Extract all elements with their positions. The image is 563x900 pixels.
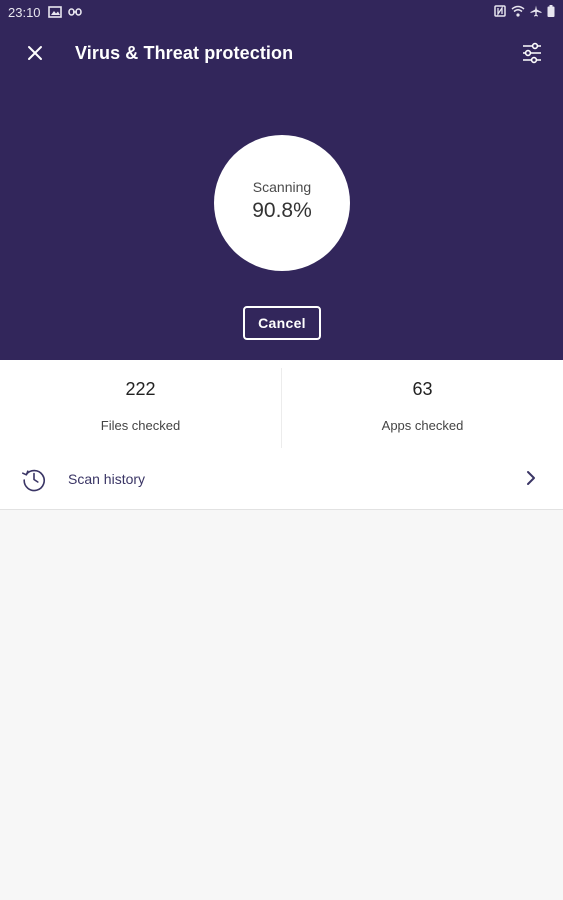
- scan-stats: 222 Files checked 63 Apps checked: [0, 360, 563, 448]
- chevron-right-icon: [527, 471, 535, 485]
- scan-progress-circle: Scanning 90.8%: [214, 135, 350, 271]
- files-checked-count: 222: [125, 379, 156, 399]
- scan-progress-percent: 90.8%: [252, 199, 312, 222]
- nfc-icon: [494, 5, 506, 17]
- scan-history-row[interactable]: Scan history: [0, 448, 563, 510]
- apps-checked-label: Apps checked: [381, 418, 464, 433]
- page-title: Virus & Threat protection: [75, 43, 294, 63]
- scan-settings-button[interactable]: [517, 38, 547, 68]
- files-checked-stat: 222 Files checked: [0, 360, 281, 448]
- close-icon: [28, 46, 42, 60]
- link-notification-icon: [68, 8, 82, 16]
- scan-history-label: Scan history: [68, 471, 146, 487]
- image-notification-icon: [48, 6, 62, 18]
- wifi-icon: [511, 5, 525, 17]
- app-header: 23:10 Virus & Threat protection Scanning…: [0, 0, 563, 360]
- airplane-mode-icon: [530, 5, 542, 17]
- cancel-scan-button[interactable]: Cancel: [243, 306, 321, 340]
- status-notification-icons: [48, 6, 82, 18]
- apps-checked-stat: 63 Apps checked: [282, 360, 563, 448]
- status-system-icons: [494, 5, 555, 17]
- close-button[interactable]: [20, 38, 50, 68]
- apps-checked-count: 63: [412, 379, 433, 399]
- files-checked-label: Files checked: [100, 418, 181, 433]
- battery-icon: [547, 5, 555, 17]
- filter-settings-icon: [523, 42, 541, 64]
- history-clock-icon: [22, 469, 45, 492]
- scan-status-label: Scanning: [252, 179, 312, 195]
- status-bar: 23:10: [0, 0, 563, 26]
- status-time: 23:10: [8, 5, 41, 20]
